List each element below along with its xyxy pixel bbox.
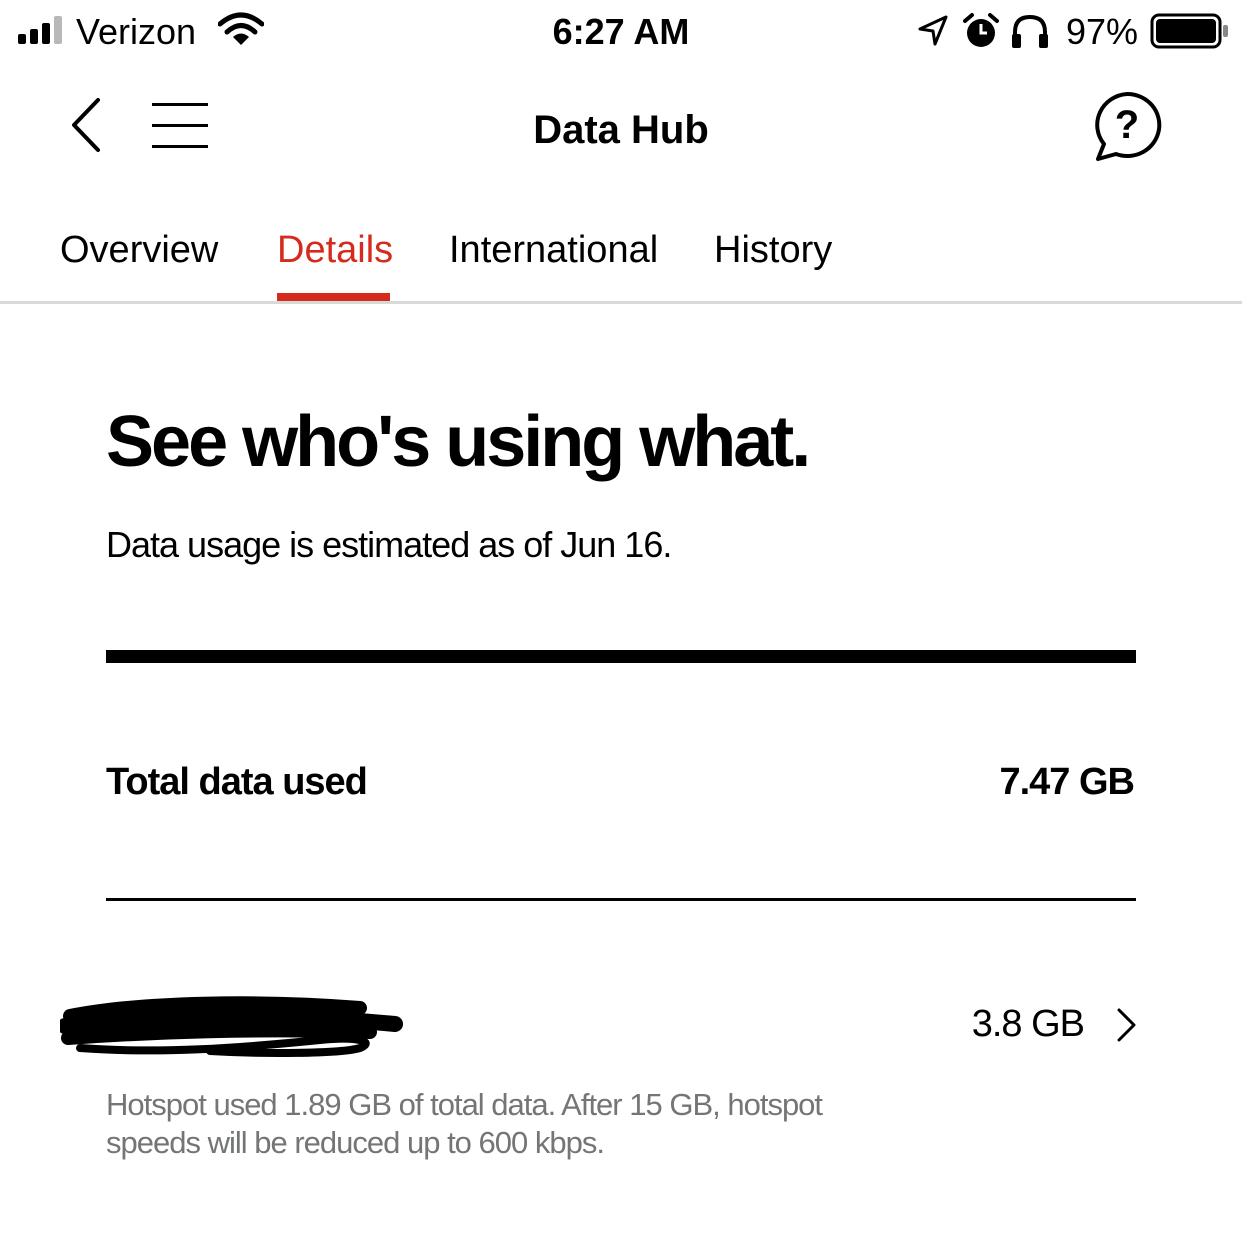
total-data-value: 7.47 GB [999, 761, 1135, 803]
row-divider [106, 898, 1136, 901]
headline: See who's using what. [106, 402, 811, 482]
hotspot-note: Hotspot used 1.89 GB of total data. Afte… [106, 1087, 823, 1160]
chevron-right-icon[interactable] [1114, 1006, 1140, 1044]
status-bar: Verizon 6:27 AM 97% [0, 0, 1242, 64]
headphones-icon [1012, 14, 1048, 48]
battery-icon [1150, 13, 1228, 49]
total-data-label: Total data used [106, 761, 368, 803]
tab-international[interactable]: International [449, 224, 658, 276]
tab-details[interactable]: Details [277, 224, 393, 276]
line-data-value[interactable]: 3.8 GB [972, 1000, 1085, 1048]
tabs-divider [0, 301, 1242, 304]
usage-date-note: Data usage is estimated as of Jun 16. [106, 524, 672, 565]
help-chat-icon[interactable]: ? [1090, 90, 1164, 162]
tab-history[interactable]: History [714, 224, 832, 276]
battery-percent: 97% [1066, 11, 1139, 52]
redacted-line-name [60, 996, 403, 1057]
clock: 6:27 AM [552, 11, 690, 52]
page-title: Data Hub [533, 108, 709, 152]
active-tab-indicator [277, 293, 390, 301]
svg-text:?: ? [1115, 103, 1139, 147]
alarm-icon [963, 13, 999, 47]
tab-overview[interactable]: Overview [60, 224, 218, 276]
section-divider [106, 650, 1136, 663]
location-arrow-icon [918, 15, 948, 46]
